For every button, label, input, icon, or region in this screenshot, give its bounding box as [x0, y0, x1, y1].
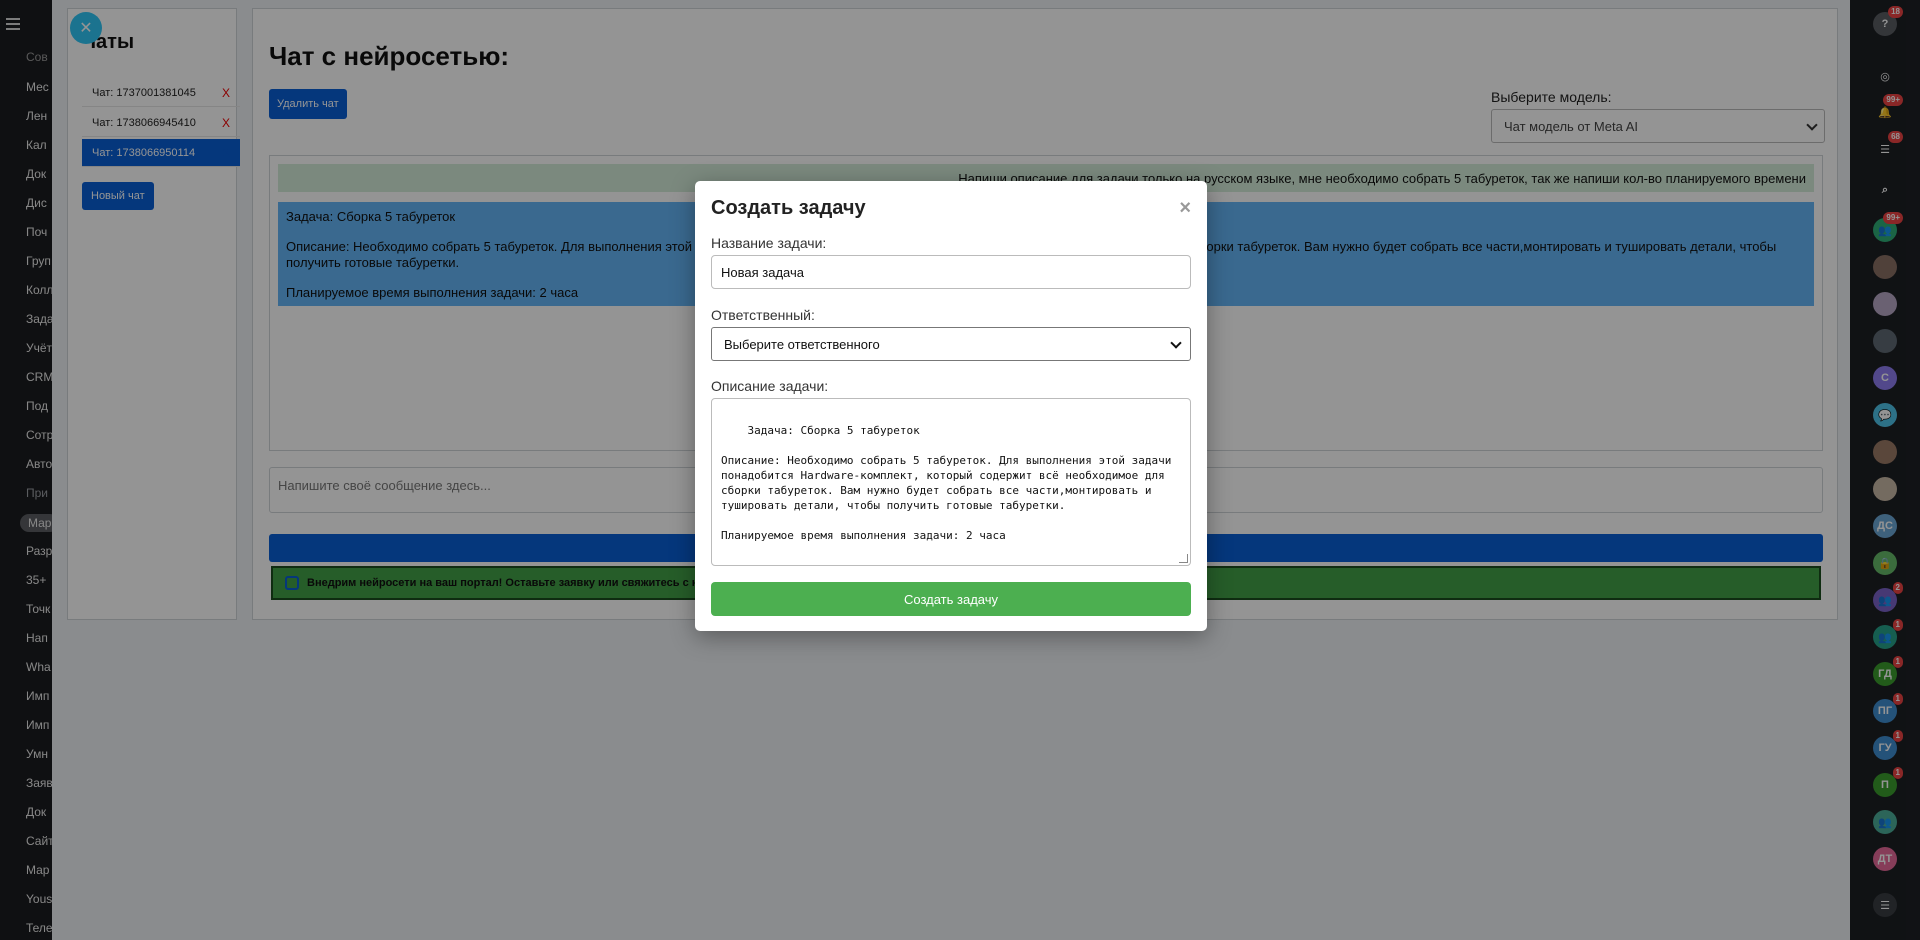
assignee-label: Ответственный: [711, 307, 815, 323]
create-task-modal: Создать задачу × Название задачи: Новая … [695, 181, 1207, 631]
task-description-textarea[interactable]: Задача: Сборка 5 табуреток Описание: Нео… [711, 398, 1191, 566]
create-task-button[interactable]: Создать задачу [711, 582, 1191, 616]
task-name-input[interactable]: Новая задача [711, 255, 1191, 289]
modal-title: Создать задачу [711, 197, 866, 219]
close-icon[interactable]: × [1179, 197, 1191, 220]
chevron-down-icon [1170, 337, 1182, 349]
task-name-label: Название задачи: [711, 235, 827, 251]
assignee-selected-value: Выберите ответственного [724, 337, 880, 352]
task-description-label: Описание задачи: [711, 378, 829, 394]
task-description-text: Задача: Сборка 5 табуреток Описание: Нео… [721, 424, 1172, 542]
assignee-select[interactable]: Выберите ответственного [711, 327, 1191, 361]
resize-handle-icon[interactable] [1179, 554, 1188, 563]
